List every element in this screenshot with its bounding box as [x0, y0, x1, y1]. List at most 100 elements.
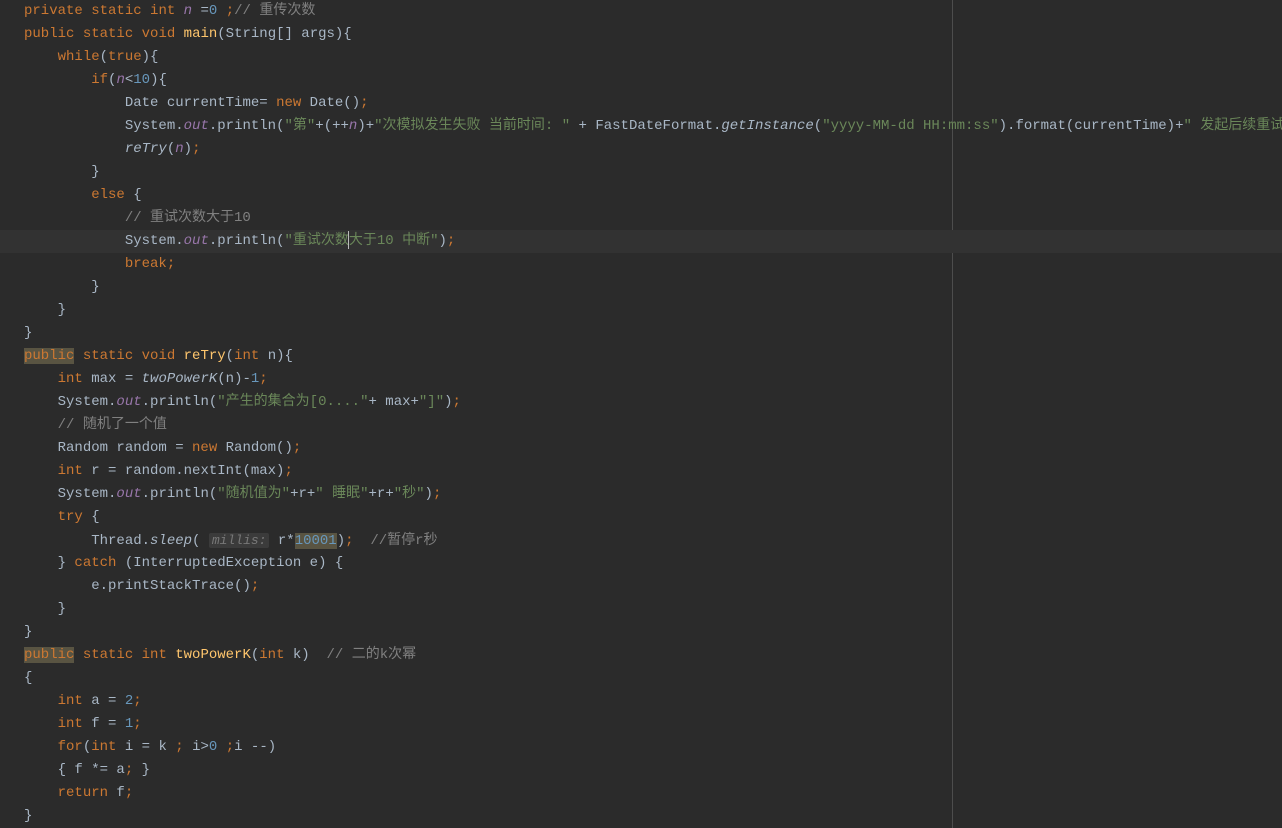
plus: +r+ [369, 486, 394, 502]
paren: ( [167, 141, 175, 157]
code-line-active[interactable]: System.out.println("重试次数大于10 中断"); [24, 230, 1282, 253]
body: { f *= a [58, 762, 125, 778]
random-decl: Random random = [58, 440, 192, 456]
keyword-int: int [234, 348, 259, 364]
keyword-int: int [91, 739, 116, 755]
code-line[interactable]: } [24, 276, 1282, 299]
comment: //暂停r秒 [370, 533, 437, 549]
code-line[interactable]: // 随机了一个值 [24, 414, 1282, 437]
string: " 睡眠" [315, 486, 368, 502]
code-line[interactable]: // 重试次数大于10 [24, 207, 1282, 230]
keyword-new: new [192, 440, 217, 456]
semicolon: ; [293, 440, 301, 456]
code-line[interactable]: } [24, 598, 1282, 621]
code-line[interactable]: } catch (InterruptedException e) { [24, 552, 1282, 575]
brace: } [24, 624, 32, 640]
equals: = [192, 3, 209, 19]
code-line[interactable]: System.out.println("第"+(++n)+"次模拟发生失败 当前… [24, 115, 1282, 138]
method-twopowerk: twoPowerK [142, 371, 218, 387]
code-line[interactable]: return f; [24, 782, 1282, 805]
code-line[interactable]: e.printStackTrace(); [24, 575, 1282, 598]
paren: ( [814, 118, 822, 134]
field-out: out [116, 486, 141, 502]
method-main: main [184, 26, 218, 42]
thread: Thread. [91, 533, 150, 549]
code-line[interactable]: while(true){ [24, 46, 1282, 69]
println: println [217, 118, 276, 134]
dot: . [209, 233, 217, 249]
keyword-int: int [58, 693, 83, 709]
keyword-static: static [74, 647, 133, 663]
code-line[interactable]: int r = random.nextInt(max); [24, 460, 1282, 483]
println: println [217, 233, 276, 249]
keyword-int: int [150, 3, 175, 19]
code-line[interactable]: int f = 1; [24, 713, 1282, 736]
code-line[interactable]: { f *= a; } [24, 759, 1282, 782]
ctor: Date() [301, 95, 360, 111]
paren: ( [226, 348, 234, 364]
keyword-static: static [83, 26, 133, 42]
expr: r* [269, 533, 294, 549]
close: } [133, 762, 150, 778]
paren: ) [425, 486, 433, 502]
code-line[interactable]: break; [24, 253, 1282, 276]
string: "秒" [394, 486, 425, 502]
var-currenttime: currentTime= [167, 95, 276, 111]
code-line[interactable]: for(int i = k ; i>0 ;i --) [24, 736, 1282, 759]
code-line[interactable]: private static int n =0 ;// 重传次数 [24, 0, 1282, 23]
comment: // 重试次数大于10 [125, 210, 251, 226]
plus: +r+ [290, 486, 315, 502]
param-hint-millis: millis: [209, 533, 270, 548]
code-line[interactable]: System.out.println("产生的集合为[0...."+ max+"… [24, 391, 1282, 414]
code-line[interactable]: Random random = new Random(); [24, 437, 1282, 460]
brace: } [24, 325, 32, 341]
code-line[interactable]: public static void main(String[] args){ [24, 23, 1282, 46]
code-line[interactable]: int a = 2; [24, 690, 1282, 713]
code-line[interactable]: public static void reTry(int n){ [24, 345, 1282, 368]
params: (String[] args){ [217, 26, 351, 42]
code-line[interactable]: { [24, 667, 1282, 690]
paren-close: ){ [142, 49, 159, 65]
param: k) [284, 647, 326, 663]
keyword-try: try [58, 509, 83, 525]
field-out: out [184, 118, 209, 134]
method-retry: reTry [125, 141, 167, 157]
spacing [354, 533, 371, 549]
code-line[interactable]: Thread.sleep( millis: r*10001); //暂停r秒 [24, 529, 1282, 552]
keyword-int: int [58, 716, 83, 732]
code-line[interactable]: public static int twoPowerK(int k) // 二的… [24, 644, 1282, 667]
close: ).format(currentTime)+ [999, 118, 1184, 134]
code-editor[interactable]: private static int n =0 ;// 重传次数 public … [0, 0, 1282, 828]
code-line[interactable]: try { [24, 506, 1282, 529]
brace: } [91, 164, 99, 180]
code-line[interactable]: int max = twoPowerK(n)-1; [24, 368, 1282, 391]
keyword-void: void [133, 348, 175, 364]
code-line[interactable]: } [24, 621, 1282, 644]
semicolon: ; [345, 533, 353, 549]
semicolon: ; [167, 256, 175, 272]
paren: ) [184, 141, 192, 157]
code-line[interactable]: else { [24, 184, 1282, 207]
code-line[interactable]: reTry(n); [24, 138, 1282, 161]
plus: + max+ [368, 394, 418, 410]
keyword-new: new [276, 95, 301, 111]
var-r: r = random.nextInt(max) [83, 463, 285, 479]
code-line[interactable]: System.out.println("随机值为"+r+" 睡眠"+r+"秒")… [24, 483, 1282, 506]
code-line[interactable]: } [24, 299, 1282, 322]
code-line[interactable]: } [24, 322, 1282, 345]
keyword-static: static [91, 3, 141, 19]
paren: ) [439, 233, 447, 249]
paren: ) [444, 394, 452, 410]
keyword-catch: catch [74, 555, 116, 571]
semicolon: ; [251, 578, 259, 594]
string: " 发起后续重试" [1183, 118, 1282, 134]
string: "次模拟发生失败 当前时间: " [374, 118, 570, 134]
lt: < [125, 72, 133, 88]
semicolon: ; [133, 716, 141, 732]
code-line[interactable]: if(n<10){ [24, 69, 1282, 92]
code-line[interactable]: } [24, 805, 1282, 828]
println: println [150, 394, 209, 410]
code-line[interactable]: Date currentTime= new Date(); [24, 92, 1282, 115]
code-line[interactable]: } [24, 161, 1282, 184]
semicolon: ; [259, 371, 267, 387]
